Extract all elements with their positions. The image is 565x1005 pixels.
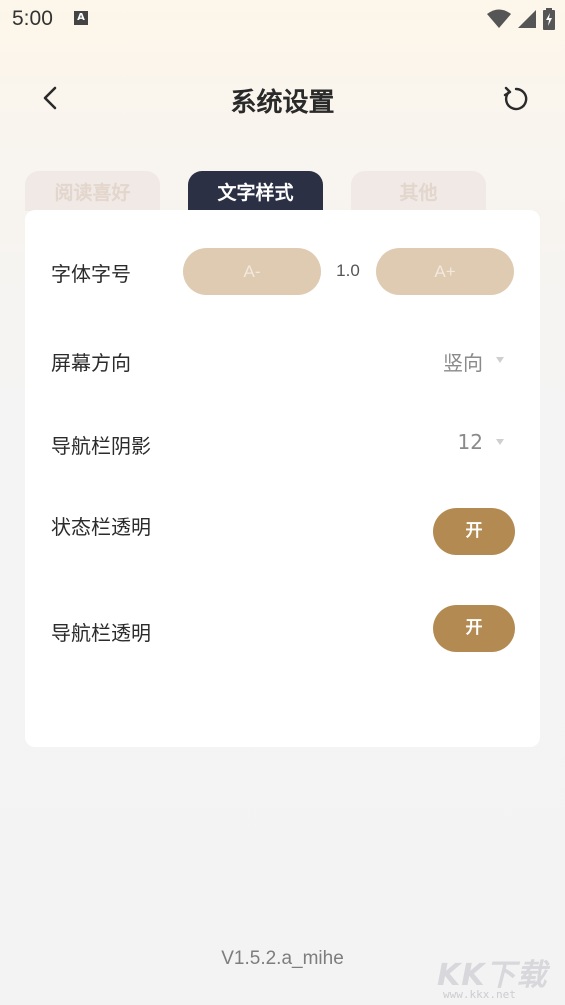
wifi-icon: [487, 9, 511, 28]
header: 系统设置: [0, 60, 565, 136]
nav-shadow-caret-icon: [496, 439, 504, 445]
orientation-select[interactable]: 竖向: [443, 347, 483, 376]
tab-other[interactable]: 其他: [351, 171, 486, 211]
tab-text-style[interactable]: 文字样式: [188, 171, 323, 211]
notification-icon: A: [74, 11, 88, 25]
watermark-logo: KK下载 www.kkx.net: [437, 950, 557, 1002]
system-icons: [487, 8, 555, 30]
nav-bar-transparent-label: 导航栏透明: [51, 621, 151, 645]
watermark-url: www.kkx.net: [443, 988, 516, 1001]
nav-shadow-label: 导航栏阴影: [51, 434, 151, 458]
font-size-value: 1.0: [336, 261, 360, 280]
orientation-caret-icon: [496, 357, 504, 363]
settings-card: 字体字号 A- 1.0 A+ 屏幕方向 竖向 导航栏阴影 12 状态栏透明 开 …: [25, 210, 540, 747]
orientation-label: 屏幕方向: [51, 351, 131, 375]
status-bar-transparent-toggle[interactable]: 开: [433, 508, 515, 555]
tab-reading-preference[interactable]: 阅读喜好: [25, 171, 160, 211]
signal-icon: [518, 10, 536, 28]
status-time: 5:00: [12, 7, 53, 30]
page-title: 系统设置: [230, 88, 335, 118]
font-decrease-button[interactable]: A-: [183, 248, 321, 295]
font-increase-button[interactable]: A+: [376, 248, 514, 295]
settings-tabs: 阅读喜好 文字样式 其他: [25, 171, 540, 211]
battery-icon: [543, 8, 555, 30]
refresh-icon: [503, 86, 528, 111]
font-size-label: 字体字号: [51, 262, 131, 286]
reset-button[interactable]: [499, 82, 533, 116]
status-bar-transparent-label: 状态栏透明: [51, 515, 151, 539]
nav-shadow-select[interactable]: 12: [458, 430, 483, 454]
status-bar: 5:00 A: [0, 0, 565, 38]
nav-bar-transparent-toggle[interactable]: 开: [433, 605, 515, 652]
